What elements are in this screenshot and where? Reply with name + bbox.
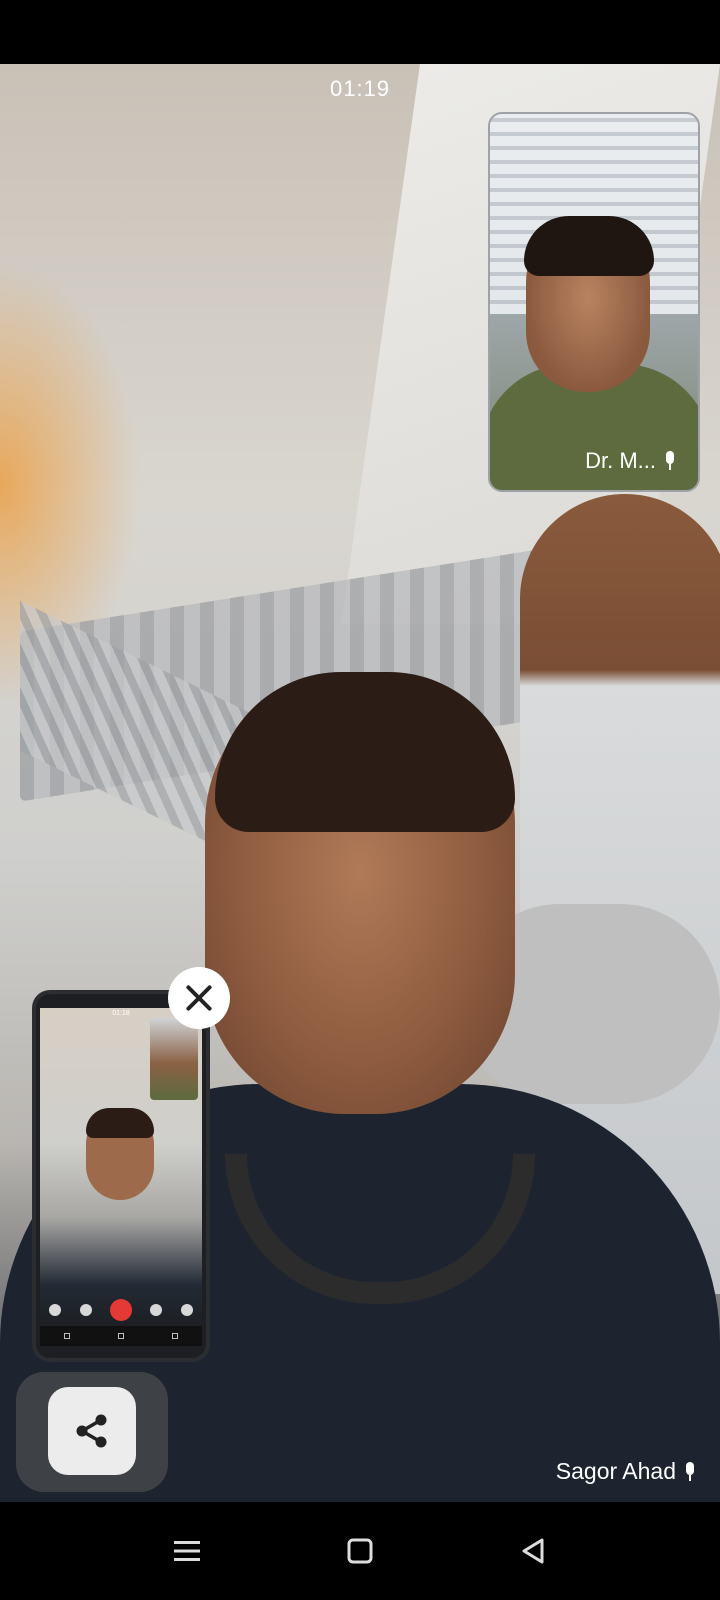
participant-name-label: Sagor Ahad bbox=[556, 1458, 696, 1485]
preview-nav-bar bbox=[40, 1326, 202, 1346]
screenshot-preview[interactable]: 01:18 bbox=[32, 990, 210, 1362]
preview-person-hair bbox=[86, 1108, 154, 1138]
back-icon bbox=[522, 1538, 544, 1564]
preview-call-controls bbox=[40, 1298, 202, 1322]
close-preview-button[interactable] bbox=[168, 967, 230, 1029]
share-button[interactable] bbox=[48, 1387, 136, 1475]
pip-person-hair bbox=[524, 216, 654, 276]
preview-video-icon bbox=[49, 1304, 62, 1316]
nav-menu-button[interactable] bbox=[157, 1521, 217, 1581]
share-icon bbox=[76, 1414, 107, 1448]
menu-icon bbox=[173, 1541, 200, 1561]
participant-name: Sagor Ahad bbox=[555, 1458, 676, 1484]
preview-home-icon bbox=[118, 1333, 124, 1339]
nav-back-button[interactable] bbox=[503, 1521, 563, 1581]
mic-icon bbox=[684, 1461, 696, 1482]
home-icon bbox=[347, 1538, 373, 1564]
preview-camera-icon bbox=[79, 1304, 92, 1316]
system-nav-bar bbox=[0, 1502, 720, 1600]
preview-back-icon bbox=[172, 1333, 178, 1339]
close-icon bbox=[184, 983, 214, 1013]
preview-end-call-icon bbox=[109, 1299, 132, 1321]
mic-icon bbox=[664, 451, 676, 471]
status-bar bbox=[0, 0, 720, 64]
self-view-pip[interactable]: Dr. M... bbox=[488, 112, 700, 492]
preview-pip bbox=[150, 1018, 198, 1100]
preview-screen: 01:18 bbox=[40, 1008, 202, 1346]
pip-name-text: Dr. M... bbox=[585, 448, 656, 473]
nav-home-button[interactable] bbox=[330, 1521, 390, 1581]
preview-mic-icon bbox=[150, 1304, 163, 1316]
pip-name-label: Dr. M... bbox=[585, 448, 676, 474]
call-timer: 01:19 bbox=[329, 76, 391, 101]
preview-speaker-icon bbox=[180, 1304, 193, 1316]
preview-menu-icon bbox=[64, 1333, 70, 1339]
